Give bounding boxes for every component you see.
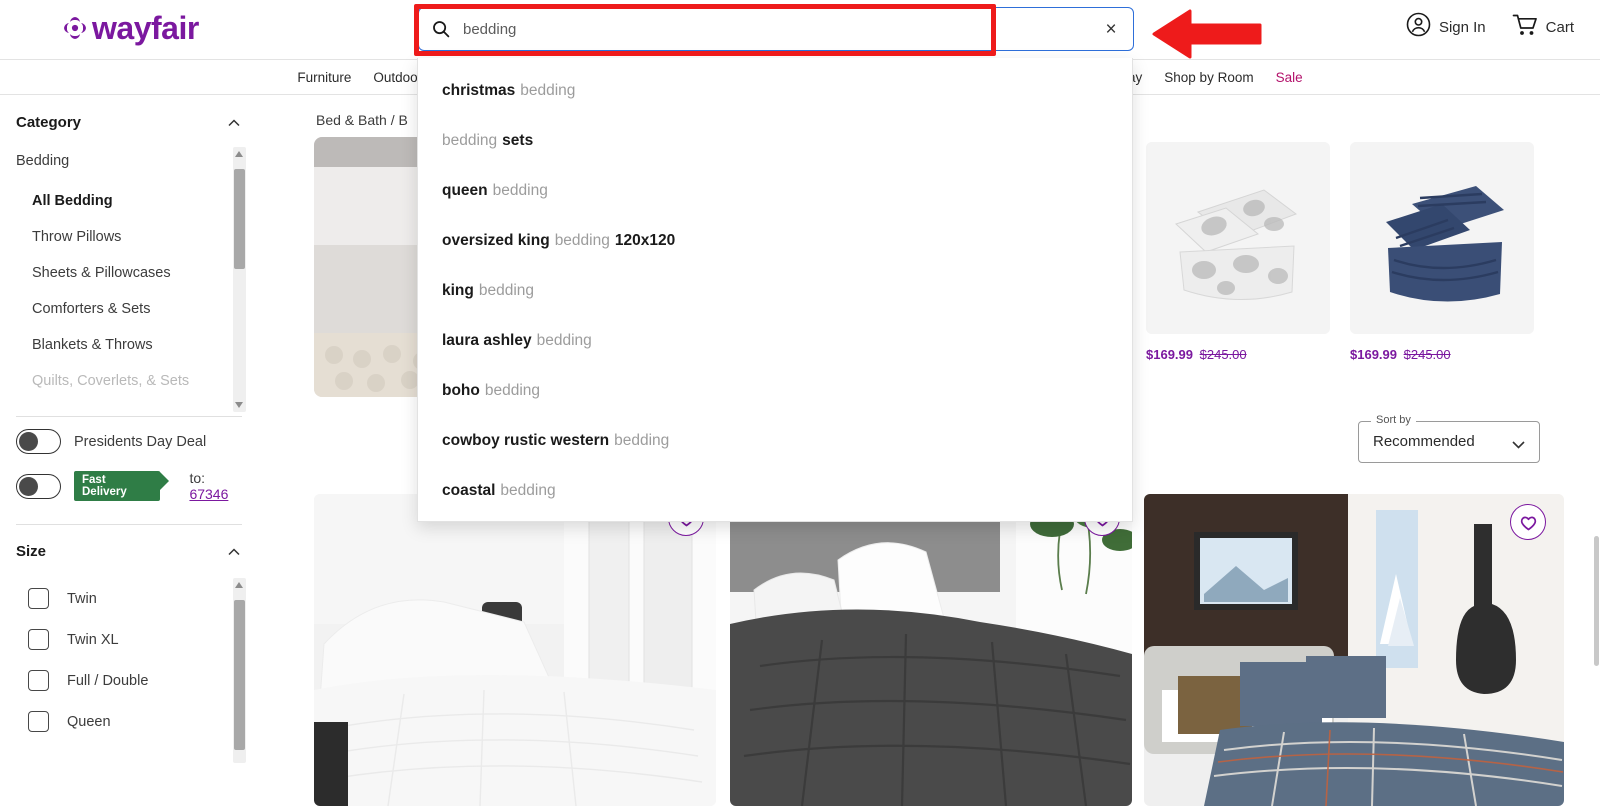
size-scrollbar[interactable] xyxy=(233,578,246,763)
category-root-label: Bedding xyxy=(16,153,70,169)
scroll-up-arrow-icon[interactable] xyxy=(235,151,243,157)
search-suggestion-item[interactable]: coastal bedding xyxy=(418,466,1132,516)
size-checkbox[interactable] xyxy=(28,588,49,609)
nav-item-furniture[interactable]: Furniture xyxy=(297,70,351,85)
search-suggestion-item[interactable]: boho bedding xyxy=(418,366,1132,416)
size-label: Full / Double xyxy=(67,672,149,689)
category-item[interactable]: Sheets & Pillowcases xyxy=(16,255,246,291)
search-bar[interactable]: × xyxy=(418,7,1134,51)
presidents-day-deal-toggle[interactable] xyxy=(16,429,61,454)
size-scrollbar-thumb[interactable] xyxy=(234,600,245,750)
size-filter-row[interactable]: Full / Double xyxy=(16,660,246,701)
chevron-up-icon xyxy=(227,545,240,558)
results-gallery xyxy=(258,494,1600,806)
product-price-original: $245.00 xyxy=(1199,347,1247,362)
delivery-to-label: to: xyxy=(189,470,206,486)
cart-label: Cart xyxy=(1545,18,1574,36)
size-list-scroll: Twin Twin XL Full / Double Queen xyxy=(16,578,246,763)
search-suggestion-item[interactable]: queen bedding xyxy=(418,166,1132,216)
product-price-current: $169.99 xyxy=(1350,347,1397,362)
search-suggestion-item[interactable]: christmas bedding xyxy=(418,66,1132,116)
favorite-button[interactable] xyxy=(1510,504,1546,540)
product-price-row: $169.99 $245.00 xyxy=(1146,347,1330,362)
size-filter-row[interactable]: Twin xyxy=(16,578,246,619)
presidents-day-deal-toggle-row[interactable]: Presidents Day Deal xyxy=(0,417,258,458)
search-suggestion-item[interactable]: oversized king bedding 120x120 xyxy=(418,216,1132,266)
category-item[interactable]: Blankets & Throws xyxy=(16,327,246,363)
fast-delivery-badge: Fast Delivery xyxy=(74,471,170,501)
category-item[interactable]: Comforters & Sets xyxy=(16,291,246,327)
account-circle-icon xyxy=(1406,12,1431,42)
nav-item-outdoor[interactable]: Outdoor xyxy=(373,70,422,85)
size-checkbox[interactable] xyxy=(28,670,49,691)
size-checkbox[interactable] xyxy=(28,711,49,732)
account-actions: Sign In Cart xyxy=(1406,12,1574,42)
product-price-original: $245.00 xyxy=(1403,347,1451,362)
category-item[interactable]: Quilts, Coverlets, & Sets xyxy=(16,363,246,399)
gallery-item[interactable] xyxy=(314,494,716,806)
scroll-down-arrow-icon[interactable] xyxy=(235,402,243,408)
size-label: Queen xyxy=(67,713,111,730)
fast-delivery-toggle[interactable] xyxy=(16,473,61,499)
wayfair-logo[interactable]: wayfair xyxy=(62,11,199,45)
site-header: wayfair × xyxy=(0,0,1600,59)
product-price-current: $169.99 xyxy=(1146,347,1193,362)
fast-delivery-toggle-row[interactable]: Fast Delivery to: 67346 xyxy=(0,458,258,506)
sign-in-label: Sign In xyxy=(1438,18,1486,36)
product-image xyxy=(1350,142,1534,334)
size-filter-row[interactable]: Twin XL xyxy=(16,619,246,660)
page-root: wayfair × xyxy=(0,0,1600,806)
category-scrollbar-thumb[interactable] xyxy=(234,169,245,269)
category-filter-title: Category xyxy=(16,114,82,131)
size-filter-row[interactable]: Queen xyxy=(16,701,246,742)
nav-item-sale[interactable]: Sale xyxy=(1276,70,1303,85)
presidents-day-deal-label: Presidents Day Deal xyxy=(74,433,207,450)
search-suggestion-item[interactable]: king bedding xyxy=(418,266,1132,316)
product-card[interactable]: $169.99 $245.00 xyxy=(1350,142,1534,362)
wayfair-logo-text: wayfair xyxy=(92,10,199,46)
category-list-scroll: Bedding All Bedding Throw Pillows Sheets &… xyxy=(16,147,246,412)
size-label: Twin XL xyxy=(67,631,119,648)
category-item[interactable]: Throw Pillows xyxy=(16,219,246,255)
search-suggestions-dropdown: christmas bedding bedding sets queen bedding o… xyxy=(417,58,1133,522)
shopping-cart-icon xyxy=(1512,13,1538,42)
page-scrollbar[interactable] xyxy=(1594,96,1600,806)
wayfair-logo-mark xyxy=(62,15,88,41)
gallery-item[interactable] xyxy=(1144,494,1564,806)
sort-by-value: Recommended xyxy=(1373,433,1475,450)
search-suggestion-item[interactable]: cowboy rustic western bedding xyxy=(418,416,1132,466)
product-image xyxy=(1146,142,1330,334)
scroll-up-arrow-icon[interactable] xyxy=(235,582,243,588)
sort-by-legend: Sort by xyxy=(1371,414,1416,426)
category-item[interactable]: All Bedding xyxy=(16,183,246,219)
filter-sidebar: Category Bedding All Bedding Throw Pillow… xyxy=(0,96,258,806)
category-scrollbar[interactable] xyxy=(233,147,246,412)
category-filter-header[interactable]: Category xyxy=(0,96,258,141)
size-label: Twin xyxy=(67,590,97,607)
size-checkbox[interactable] xyxy=(28,629,49,650)
delivery-zip-row: to: 67346 xyxy=(189,470,242,502)
product-card[interactable]: $169.99 $245.00 xyxy=(1146,142,1330,362)
clear-search-button[interactable]: × xyxy=(1089,8,1133,50)
product-price-row: $169.99 $245.00 xyxy=(1350,347,1534,362)
delivery-zip-value[interactable]: 67346 xyxy=(189,486,228,502)
sort-by-select[interactable]: Sort by Recommended xyxy=(1358,414,1540,463)
size-filter-title: Size xyxy=(16,543,47,560)
chevron-down-icon xyxy=(1511,437,1526,457)
search-icon xyxy=(419,20,463,38)
search-suggestion-item[interactable]: laura ashley bedding xyxy=(418,316,1132,366)
cart-button[interactable]: Cart xyxy=(1512,13,1574,42)
heart-icon xyxy=(1520,516,1536,530)
chevron-up-icon xyxy=(227,116,240,129)
gallery-item[interactable] xyxy=(730,494,1132,806)
search-input[interactable] xyxy=(463,8,1089,50)
nav-item-shop-by-room[interactable]: Shop by Room xyxy=(1164,70,1253,85)
sign-in-button[interactable]: Sign In xyxy=(1406,12,1486,42)
breadcrumb[interactable]: Bed & Bath / B xyxy=(316,112,408,128)
search-suggestion-item[interactable]: bedding sets xyxy=(418,116,1132,166)
size-filter-header[interactable]: Size xyxy=(0,525,258,570)
annotation-arrow-icon xyxy=(1150,8,1264,65)
